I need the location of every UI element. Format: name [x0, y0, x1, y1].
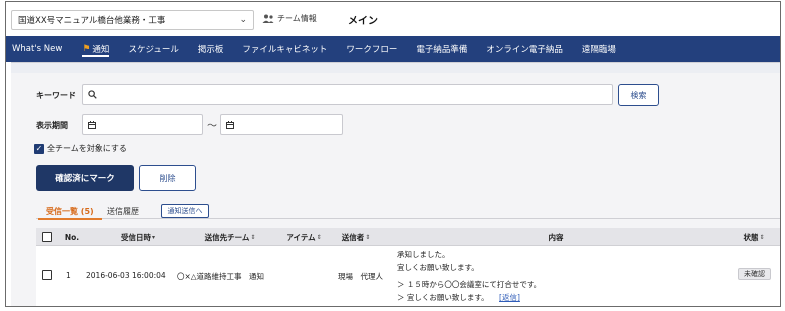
row-no: 1 [66, 271, 71, 280]
nav-item-whats-new[interactable]: What's New [12, 36, 62, 62]
search-button[interactable]: 検索 [618, 84, 659, 106]
sort-icon: ⇕ [759, 233, 765, 241]
col-destination-team[interactable]: 送信先チーム ⇕ [184, 228, 276, 246]
project-select[interactable]: 国道XX号マニュアル橋台他業務・工事 ⌄ [11, 10, 254, 30]
period-separator: ～ [207, 121, 217, 132]
nav-item-online-e-delivery[interactable]: オンライン電子納品 [486, 36, 563, 62]
nav-item-e-delivery-prep[interactable]: 電子納品準備 [416, 36, 467, 62]
nav-item-remote-inspection[interactable]: 遠隔臨場 [582, 36, 616, 62]
main-nav: What's New ⚑ 通知 スケジュール 掲示板 ファイルキャビネット ワー… [6, 36, 780, 62]
nav-item-workflow[interactable]: ワークフロー [346, 36, 397, 62]
flag-icon: ⚑ [82, 44, 91, 54]
content-panel: キーワード 検索 表示期間 ～ ✓ 全チームを対象にする 確認済にマーク 削除 … [11, 62, 780, 306]
status-badge: 未確認 [738, 268, 771, 280]
nav-item-file-cabinet[interactable]: ファイルキャビネット [242, 36, 327, 62]
col-item-label: アイテム [286, 232, 316, 242]
col-sender-label: 送信者 [341, 232, 365, 242]
col-no-label: No. [64, 232, 80, 242]
nav-item-bulletin-board[interactable]: 掲示板 [198, 36, 224, 62]
col-received-at-label: 受信日時 [120, 232, 151, 242]
period-end-input[interactable] [220, 114, 343, 135]
sort-desc-icon: ▾ [151, 233, 155, 241]
col-no: No. [60, 228, 84, 246]
nav-item-schedule[interactable]: スケジュール [128, 36, 178, 62]
keyword-input[interactable] [82, 84, 613, 105]
select-all-checkbox[interactable] [42, 232, 52, 242]
nav-item-notifications-label: 通知 [92, 45, 110, 55]
reply-link[interactable]: [返信] [499, 293, 520, 302]
chevron-down-icon: ⌄ [239, 15, 247, 25]
col-received-at[interactable]: 受信日時 ▾ [94, 228, 182, 246]
calendar-icon [88, 120, 96, 129]
calendar-icon [226, 120, 234, 129]
col-item[interactable]: アイテム ⇕ [280, 228, 328, 246]
col-content-label: 内容 [548, 232, 564, 242]
row-checkbox[interactable] [42, 270, 52, 280]
mark-confirmed-button[interactable]: 確認済にマーク [36, 165, 134, 191]
send-notice-button[interactable]: 通知送信へ [161, 204, 209, 218]
all-teams-label: 全チームを対象にする [47, 144, 127, 153]
users-icon [262, 14, 274, 23]
table-row[interactable]: 1 2016-06-03 16:00:04 〇×△道路維持工事 通知 現場 代理… [36, 246, 780, 306]
search-icon [88, 90, 97, 99]
period-label: 表示期間 [36, 121, 68, 130]
sort-icon: ⇕ [250, 233, 256, 241]
row-content-line-2: 宜しくお願い致します。 [397, 263, 479, 272]
row-content-line-1: 承知しました。 [397, 250, 450, 259]
project-select-value: 国道XX号マニュアル橋台他業務・工事 [18, 16, 166, 26]
row-received-at: 2016-06-03 16:00:04 [86, 271, 166, 280]
col-destination-team-label: 送信先チーム [204, 232, 250, 242]
period-start-input[interactable] [82, 114, 203, 135]
table-header: No. 受信日時 ▾ 送信先チーム ⇕ アイテム ⇕ 送信者 ⇕ 内容 状態 ⇕ [36, 228, 780, 246]
all-teams-option[interactable]: ✓ 全チームを対象にする [34, 143, 127, 154]
sort-icon: ⇕ [316, 233, 322, 241]
sort-icon: ⇕ [365, 233, 371, 241]
row-content-line-3: ＞ １５時から〇〇会議室にて打合せです。 [397, 280, 542, 289]
app-window: 国道XX号マニュアル橋台他業務・工事 ⌄ チーム情報 メイン What's Ne… [5, 1, 781, 307]
col-status[interactable]: 状態 ⇕ [734, 228, 774, 246]
team-info-link[interactable]: チーム情報 [262, 13, 317, 24]
row-content-line-4-text: ＞ 宜しくお願い致します。 [397, 293, 489, 302]
col-sender[interactable]: 送信者 ⇕ [332, 228, 380, 246]
nav-item-notifications[interactable]: ⚑ 通知 [82, 36, 110, 62]
tab-received[interactable]: 受信一覧 (5) [38, 203, 102, 220]
page-title: メイン [348, 16, 378, 27]
all-teams-checkbox[interactable]: ✓ [34, 143, 44, 154]
delete-button[interactable]: 削除 [139, 165, 196, 191]
row-content-line-4: ＞ 宜しくお願い致します。 [返信] [397, 292, 520, 303]
col-status-label: 状態 [743, 232, 759, 242]
keyword-label: キーワード [36, 91, 76, 100]
panel-header-strip [11, 63, 780, 73]
select-all-cell [40, 228, 54, 246]
top-bar: 国道XX号マニュアル橋台他業務・工事 ⌄ チーム情報 メイン [6, 2, 780, 36]
list-tabs: 受信一覧 (5) 送信履歴 [36, 203, 780, 220]
team-info-label: チーム情報 [277, 14, 317, 23]
row-sender: 現場 代理人 [338, 272, 383, 281]
col-content: 内容 [386, 228, 726, 246]
row-destination-team: 〇×△道路維持工事 通知 [177, 272, 265, 281]
tab-sent-history[interactable]: 送信履歴 [107, 203, 139, 219]
